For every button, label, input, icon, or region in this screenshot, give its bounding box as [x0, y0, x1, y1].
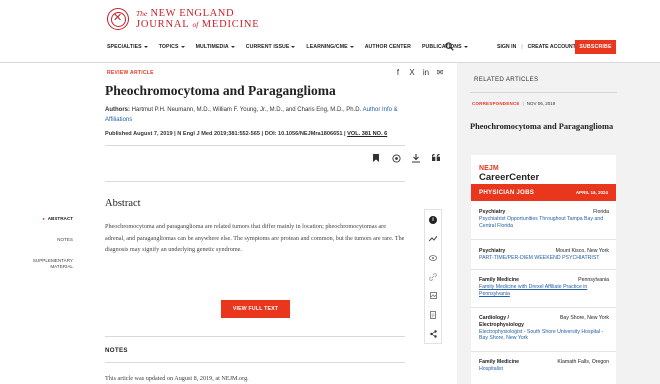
notes-text: This article was updated on August 8, 20…: [105, 375, 249, 382]
info-icon[interactable]: i: [425, 210, 441, 229]
job-listing[interactable]: Psychiatry Florida Psychiatrist Opportuni…: [479, 209, 609, 229]
facebook-icon[interactable]: f: [394, 68, 402, 77]
section-nav-supplementary[interactable]: SUPPLEMENTARY MATERIAL: [18, 258, 73, 270]
search-icon[interactable]: [445, 42, 454, 51]
download-icon[interactable]: [406, 154, 426, 165]
section-nav-abstract[interactable]: ABSTRACT: [18, 216, 73, 222]
physician-jobs-label: PHYSICIAN JOBS: [479, 189, 535, 196]
related-date: NOV 06, 2019: [526, 101, 556, 106]
signin-link[interactable]: SIGN IN: [497, 44, 516, 50]
divider: |: [521, 44, 523, 50]
nav-learning-cme[interactable]: LEARNING/CME: [306, 44, 354, 50]
nav-topics[interactable]: TOPICS: [159, 44, 185, 50]
create-account-link[interactable]: CREATE ACCOUNT: [528, 44, 576, 50]
related-articles-heading: RELATED ARTICLES: [474, 76, 539, 83]
notes-heading: NOTES: [105, 347, 128, 354]
job-listing[interactable]: Psychiatry Mount Kisco, New York PART-TIM…: [479, 248, 609, 262]
article-type-label: REVIEW ARTICLE: [107, 70, 154, 76]
side-toolbar: i: [424, 209, 442, 344]
bookmark-icon[interactable]: [366, 154, 386, 165]
physician-jobs-date: APRIL 16, 2024: [575, 190, 608, 195]
divider: [105, 145, 405, 146]
divider: [105, 336, 405, 337]
career-center-logo[interactable]: NEJM CareerCenter: [479, 162, 539, 182]
publication-info: Published August 7, 2019 | N Engl J Med …: [105, 131, 388, 137]
linkedin-icon[interactable]: in: [422, 68, 430, 77]
divider: [105, 181, 405, 182]
share-icon[interactable]: [425, 324, 441, 343]
document-icon[interactable]: [425, 305, 441, 324]
section-nav: ABSTRACT NOTES SUPPLEMENTARY MATERIAL: [18, 216, 73, 285]
nav-multimedia[interactable]: MULTIMEDIA: [196, 44, 235, 50]
related-category: CORRESPONDENCE: [472, 101, 520, 106]
view-full-text-button[interactable]: VIEW FULL TEXT: [221, 300, 290, 318]
citation: N Engl J Med 2019;381:552-565: [177, 131, 260, 137]
abstract-body: Pheochromocytoma and paraganglioma are r…: [105, 223, 405, 254]
link-icon[interactable]: [425, 267, 441, 286]
abstract-heading: Abstract: [105, 198, 141, 209]
article-title: Pheochromocytoma and Paraganglioma: [105, 83, 336, 98]
metrics-icon[interactable]: [425, 229, 441, 248]
career-center-widget: NEJM CareerCenter PHYSICIAN JOBS APRIL 1…: [471, 155, 616, 384]
share-bar: f X in ✉: [394, 68, 444, 77]
physician-jobs-bar: PHYSICIAN JOBS APRIL 16, 2024: [471, 184, 616, 201]
subscribe-button[interactable]: SUBSCRIBE: [575, 40, 616, 54]
divider: [471, 239, 616, 240]
chevron-down-icon: [180, 46, 185, 48]
email-icon[interactable]: ✉: [436, 68, 444, 77]
nejm-logo[interactable]: The NEW ENGLAND JOURNAL of MEDICINE: [107, 8, 260, 30]
divider: [470, 92, 617, 93]
job-listing[interactable]: Cardiology / Electrophysiology Bay Shore,…: [479, 315, 609, 342]
authors-block: Authors: Hartmut P.H. Neumann, M.D., Wil…: [105, 106, 425, 125]
divider: [471, 307, 616, 308]
published-date: Published August 7, 2019: [105, 131, 173, 137]
nav-specialties[interactable]: SPECIALTIES: [107, 44, 148, 50]
divider: [105, 362, 405, 363]
doi[interactable]: DOI: 10.1056/NEJMra1806651: [265, 131, 343, 137]
divider: [471, 269, 616, 270]
section-nav-notes[interactable]: NOTES: [18, 237, 73, 243]
job-listing[interactable]: Family Medicine Klamath Falls, Oregon Hos…: [479, 359, 609, 373]
logo-text: The NEW ENGLAND JOURNAL of MEDICINE: [136, 8, 260, 30]
x-twitter-icon[interactable]: X: [408, 68, 416, 77]
chevron-down-icon: [463, 46, 468, 48]
volume-link[interactable]: VOL. 381 NO. 6: [347, 131, 387, 137]
nav-author-center[interactable]: AUTHOR CENTER: [365, 44, 411, 50]
cite-icon[interactable]: [386, 154, 406, 165]
quote-icon[interactable]: [426, 153, 446, 165]
main-nav: SPECIALTIES TOPICS MULTIMEDIA CURRENT IS…: [107, 44, 479, 50]
chevron-down-icon: [291, 46, 296, 48]
nav-current-issue[interactable]: CURRENT ISSUE: [246, 44, 296, 50]
figures-icon[interactable]: [425, 286, 441, 305]
nejm-seal-icon: [107, 8, 129, 30]
authors-names[interactable]: Hartmut P.H. Neumann, M.D., William F. Y…: [132, 107, 362, 113]
authors-label: Authors:: [105, 107, 130, 113]
chevron-down-icon: [230, 46, 235, 48]
divider: [471, 351, 616, 352]
related-article-title[interactable]: Pheochromocytoma and Paraganglioma: [470, 122, 613, 131]
chevron-down-icon: [143, 46, 148, 48]
account-links: SIGN IN | CREATE ACCOUNT: [497, 44, 576, 50]
job-listing[interactable]: Family Medicine Pennsylvania Family Medic…: [479, 277, 609, 297]
chevron-down-icon: [349, 46, 354, 48]
view-icon[interactable]: [425, 248, 441, 267]
article-tools: [366, 153, 446, 165]
related-article-meta: CORRESPONDENCE | NOV 06, 2019: [472, 101, 556, 106]
